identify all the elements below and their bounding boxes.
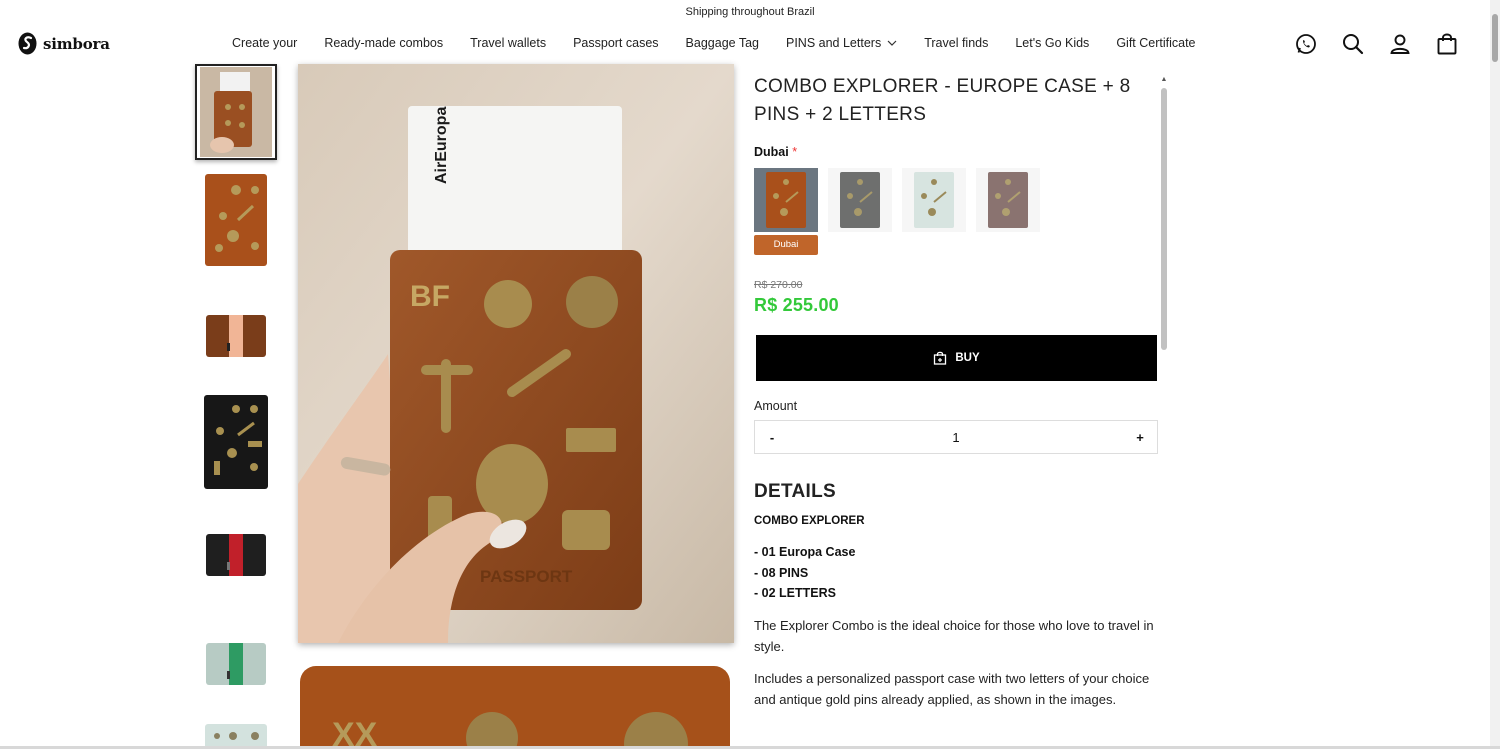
swatch-dubai[interactable] bbox=[754, 168, 818, 232]
header-actions bbox=[1294, 32, 1459, 56]
combo-name: COMBO EXPLORER bbox=[754, 515, 865, 527]
page-scrollbar-thumb[interactable] bbox=[1492, 14, 1498, 62]
nav-item-create-your[interactable]: Create your bbox=[232, 36, 297, 50]
quantity-stepper: - 1 + bbox=[754, 420, 1158, 454]
chevron-down-icon bbox=[887, 40, 897, 46]
thumbnail-image bbox=[200, 67, 272, 157]
swatch-image bbox=[840, 172, 880, 228]
selected-variant-tooltip: Dubai bbox=[754, 235, 818, 255]
panel-scrollbar[interactable]: ▲ bbox=[1160, 76, 1168, 749]
list-item: - 08 PINS bbox=[754, 565, 809, 580]
nav-item-gift-certificate[interactable]: Gift Certificate bbox=[1116, 36, 1195, 50]
nav-item-travel-finds[interactable]: Travel finds bbox=[924, 36, 988, 50]
buy-button-label: BUY bbox=[955, 352, 980, 364]
increase-quantity-button[interactable]: + bbox=[1135, 430, 1145, 445]
swatch-image bbox=[988, 172, 1028, 228]
original-price: R$ 270.00 bbox=[754, 279, 803, 291]
thumbnail-6[interactable] bbox=[195, 616, 277, 712]
case-passport-text: PASSPORT bbox=[480, 567, 573, 586]
nav-item-baggage-tag[interactable]: Baggage Tag bbox=[686, 36, 759, 50]
product-main-image[interactable]: AirEuropa BF PASSPORT bbox=[298, 64, 734, 643]
ticket-airline-text: AirEuropa bbox=[433, 107, 450, 184]
nav-item-passport-cases[interactable]: Passport cases bbox=[573, 36, 658, 50]
buy-button[interactable]: BUY bbox=[756, 335, 1157, 381]
thumbnail-image bbox=[205, 174, 267, 266]
nav-item-lets-go-kids[interactable]: Let's Go Kids bbox=[1015, 36, 1089, 50]
product-photo: XX bbox=[298, 662, 734, 749]
swatch-image bbox=[914, 172, 954, 228]
combo-items-list: - 01 Europa Case - 08 PINS - 02 LETTERS bbox=[754, 542, 1159, 604]
swatch-gray[interactable] bbox=[828, 168, 892, 232]
variant-label-text: Dubai bbox=[754, 145, 789, 159]
thumbnail-1[interactable] bbox=[195, 64, 277, 160]
scroll-up-icon[interactable]: ▲ bbox=[1160, 76, 1168, 84]
shopping-bag-icon bbox=[934, 351, 947, 365]
description-paragraph: Includes a personalized passport case wi… bbox=[754, 670, 1150, 707]
brand-logo[interactable]: simbora bbox=[18, 32, 110, 55]
account-icon[interactable] bbox=[1388, 32, 1412, 56]
thumbnail-2[interactable] bbox=[195, 172, 277, 268]
thumbnail-4[interactable] bbox=[195, 394, 277, 490]
thumbnail-image bbox=[205, 724, 267, 749]
list-item: - 02 LETTERS bbox=[754, 586, 836, 600]
product-info-panel: COMBO EXPLORER - EUROPE CASE + 8 PINS + … bbox=[754, 64, 1159, 710]
description-paragraph: The Explorer Combo is the ideal choice f… bbox=[754, 617, 1154, 654]
nav-item-label: PINS and Letters bbox=[786, 36, 882, 50]
case-letters: BF bbox=[410, 280, 450, 313]
list-item: - 01 Europa Case bbox=[754, 545, 856, 559]
swatch-group-selected: Dubai bbox=[754, 168, 818, 255]
page-scrollbar[interactable] bbox=[1490, 0, 1500, 749]
thumbnail-5[interactable] bbox=[195, 507, 277, 603]
variant-label: Dubai * bbox=[754, 145, 1159, 159]
site-header: simbora Create your Ready-made combos Tr… bbox=[0, 24, 1500, 64]
panel-scrollbar-thumb[interactable] bbox=[1161, 88, 1167, 350]
quantity-value[interactable]: 1 bbox=[952, 430, 959, 445]
sale-price: R$ 255.00 bbox=[754, 295, 839, 315]
decrease-quantity-button[interactable]: - bbox=[767, 430, 777, 445]
whatsapp-icon[interactable] bbox=[1294, 32, 1318, 56]
thumbnail-image bbox=[206, 643, 266, 685]
search-icon[interactable] bbox=[1341, 32, 1365, 56]
nav-item-travel-wallets[interactable]: Travel wallets bbox=[470, 36, 546, 50]
thumbnail-3[interactable] bbox=[195, 288, 277, 384]
amount-label: Amount bbox=[754, 399, 798, 413]
product-title: COMBO EXPLORER - EUROPE CASE + 8 PINS + … bbox=[754, 76, 1131, 125]
thumbnail-image bbox=[206, 315, 266, 357]
thumbnail-image bbox=[204, 395, 268, 489]
swatch-image bbox=[766, 172, 806, 228]
main-nav: Create your Ready-made combos Travel wal… bbox=[232, 36, 1223, 50]
announcement-bar: Shipping throughout Brazil bbox=[685, 6, 815, 18]
cart-icon[interactable] bbox=[1435, 32, 1459, 56]
case-letters: XX bbox=[332, 716, 378, 749]
required-mark: * bbox=[792, 145, 798, 159]
details-heading: DETAILS bbox=[754, 481, 836, 502]
nav-item-pins-and-letters[interactable]: PINS and Letters bbox=[786, 36, 897, 50]
product-photo: AirEuropa BF PASSPORT bbox=[298, 64, 734, 643]
swatch-mint[interactable] bbox=[902, 168, 966, 232]
thumbnail-image bbox=[206, 534, 266, 576]
product-secondary-image[interactable]: XX bbox=[298, 662, 734, 749]
brand-logo-icon bbox=[18, 32, 37, 55]
variant-swatches: Dubai bbox=[754, 168, 1159, 255]
nav-item-ready-made-combos[interactable]: Ready-made combos bbox=[324, 36, 443, 50]
thumbnail-7[interactable] bbox=[195, 716, 277, 749]
brand-name: simbora bbox=[43, 34, 110, 53]
swatch-mauve[interactable] bbox=[976, 168, 1040, 232]
